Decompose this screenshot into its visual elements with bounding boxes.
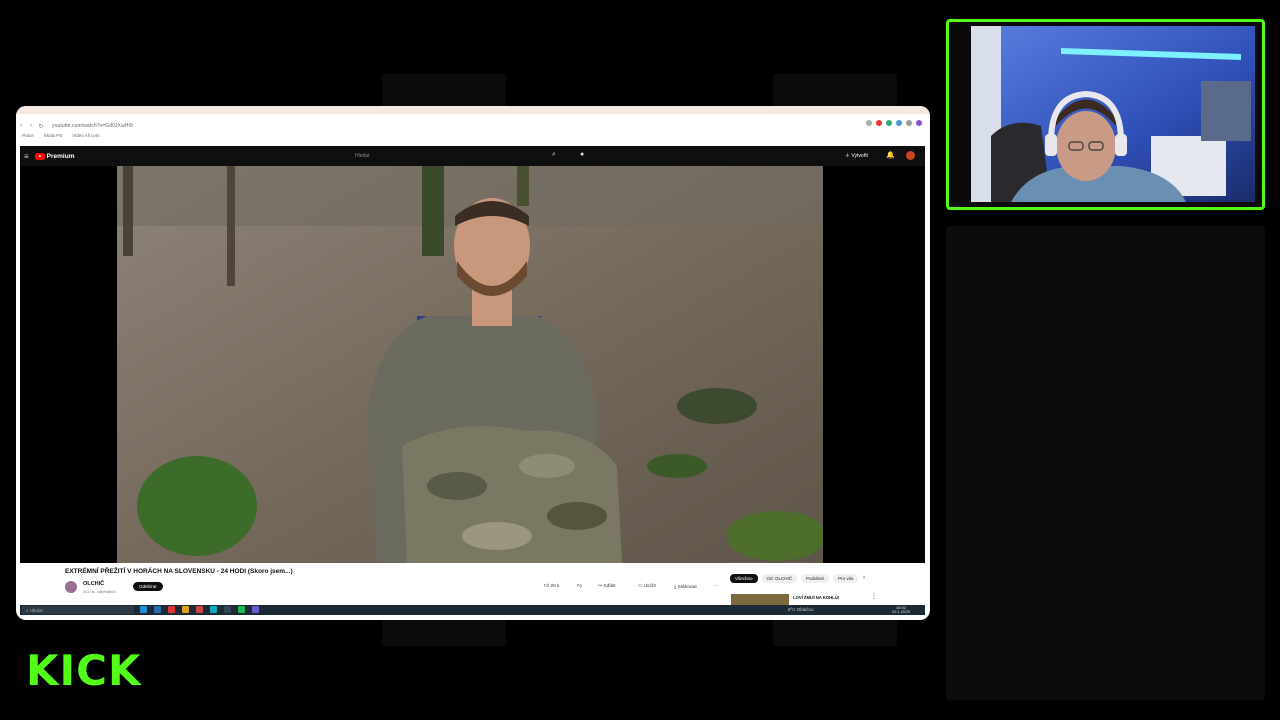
save-button[interactable]: ▭ Uložit <box>638 584 656 589</box>
taskbar-date: 25.1.2025 <box>892 609 910 614</box>
profile-icon[interactable] <box>916 120 922 126</box>
webcam-image <box>971 26 1255 202</box>
subscribe-button[interactable]: Odebírat <box>133 582 163 591</box>
more-actions-icon[interactable]: ⋯ <box>714 584 719 589</box>
subscriber-count: 211 tis. odběratelů <box>83 589 116 594</box>
windows-taskbar: ⌕ Hledat 9°C Oblačno 18:02 25.1.2025 <box>20 605 925 615</box>
thumbs-down-icon: 👎︎ <box>577 584 582 589</box>
taskbar-search[interactable]: ⌕ Hledat <box>22 606 134 614</box>
app-icon[interactable] <box>210 606 217 613</box>
share-icon: ↪ <box>598 584 603 589</box>
chip-from-channel[interactable]: Od: OLCHIČ <box>761 574 798 583</box>
file-explorer-icon[interactable] <box>182 606 189 613</box>
extension-icon[interactable] <box>906 120 912 126</box>
menu-icon[interactable]: ≡ <box>24 152 29 161</box>
background-panel <box>382 620 506 646</box>
bookmarks-bar: Práce Škola PS Video All com <box>16 130 930 140</box>
save-icon: ▭ <box>638 584 643 589</box>
chevron-right-icon[interactable]: › <box>863 575 865 581</box>
back-icon[interactable]: ‹ <box>16 123 26 129</box>
url-field[interactable]: youtube.com/watch?v=Gd0JXwHt9 <box>52 123 133 129</box>
share-label: Sdílet <box>603 584 616 589</box>
video-player[interactable] <box>20 166 925 563</box>
bookmark-item[interactable]: Škola PS <box>44 133 63 138</box>
dislike-button[interactable]: 👎︎ <box>577 584 582 589</box>
avatar[interactable] <box>906 151 915 160</box>
chip-row: Všechno Od: OLCHIČ Podobné Pro vás <box>730 574 859 583</box>
channel-avatar[interactable] <box>65 581 77 593</box>
more-vert-icon[interactable]: ⋮ <box>871 593 877 600</box>
background-panel <box>382 74 506 106</box>
forward-icon[interactable]: › <box>26 123 36 129</box>
video-frame[interactable] <box>117 166 823 563</box>
share-button[interactable]: ↪ Sdílet <box>598 584 616 589</box>
kick-logo: KICK <box>26 646 142 695</box>
taskbar-search-label: Hledat <box>29 607 43 613</box>
taskbar-clock[interactable]: 18:02 25.1.2025 <box>892 606 910 614</box>
taskbar-weather[interactable]: 9°C Oblačno <box>788 607 814 612</box>
download-label: Stáhnout <box>677 585 697 590</box>
save-label: Uložit <box>643 584 656 589</box>
extension-icon[interactable] <box>886 120 892 126</box>
video-info: EXTRÉMNÍ PŘEŽITÍ V HORÁCH NA SLOVENSKU -… <box>20 563 925 605</box>
recommended-title[interactable]: LOVÍ ZMIJÍ NA KOHLŮ! <box>793 595 839 600</box>
chip-all[interactable]: Všechno <box>730 574 758 583</box>
app-icon[interactable] <box>196 606 203 613</box>
extension-icon[interactable] <box>866 120 872 126</box>
reload-icon[interactable]: ↻ <box>36 123 46 130</box>
background-panel <box>773 74 897 106</box>
youtube-logo-text: Premium <box>46 152 75 160</box>
youtube-play-icon <box>34 152 45 160</box>
webcam-feed <box>971 26 1255 202</box>
bookmark-item[interactable]: Video All com <box>72 133 99 138</box>
spotify-icon[interactable] <box>238 606 245 613</box>
create-button[interactable]: ＋ Vytvořit <box>845 152 868 159</box>
extension-icon[interactable] <box>896 120 902 126</box>
app-icon[interactable] <box>154 606 161 613</box>
youtube-logo[interactable]: Premium <box>34 152 75 160</box>
tab-strip <box>16 106 930 114</box>
search-input[interactable]: Hledat <box>355 150 545 162</box>
notifications-icon[interactable]: 🔔 <box>886 151 895 159</box>
taskbar-apps <box>140 606 259 613</box>
discord-icon[interactable] <box>252 606 259 613</box>
chip-for-you[interactable]: Pro vás <box>833 574 859 583</box>
video-image <box>117 166 823 563</box>
steam-icon[interactable] <box>224 606 231 613</box>
webcam-overlay <box>946 19 1265 210</box>
youtube-header: ≡ Premium Hledat ⌕ ● ＋ Vytvořit 🔔 <box>20 146 925 166</box>
create-label: Vytvořit <box>851 153 868 159</box>
edge-icon[interactable] <box>140 606 147 613</box>
bookmark-item[interactable]: Práce <box>22 133 34 138</box>
like-button[interactable]: 👍︎ 20 k <box>544 584 559 589</box>
browser-window: ‹ › ↻ youtube.com/watch?v=Gd0JXwHt9 Prác… <box>16 106 930 620</box>
empty-side-panel <box>946 226 1265 700</box>
microphone-icon[interactable]: ● <box>580 151 584 158</box>
extension-icons <box>866 120 922 126</box>
search-icon[interactable]: ⌕ <box>552 151 556 159</box>
background-panel <box>773 620 897 646</box>
extension-icon[interactable] <box>876 120 882 126</box>
download-button[interactable]: ⤓ Stáhnout <box>674 584 697 590</box>
video-title: EXTRÉMNÍ PŘEŽITÍ V HORÁCH NA SLOVENSKU -… <box>65 568 293 575</box>
app-icon[interactable] <box>168 606 175 613</box>
chip-related[interactable]: Podobné <box>801 574 830 583</box>
channel-name[interactable]: OLCHIČ <box>83 581 104 587</box>
recommended-thumbnail[interactable] <box>731 594 789 605</box>
thumbs-up-icon: 👍︎ <box>544 584 550 589</box>
like-count: 20 k <box>550 584 560 589</box>
download-icon: ⤓ <box>674 585 677 590</box>
